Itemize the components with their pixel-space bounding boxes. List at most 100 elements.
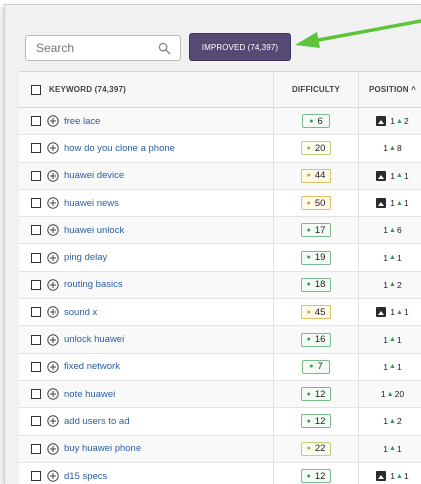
row-checkbox[interactable] <box>31 198 41 209</box>
search-input[interactable]: Search <box>25 35 181 61</box>
row-checkbox[interactable] <box>31 471 41 481</box>
keyword-link[interactable]: sound x <box>64 307 97 318</box>
position-change: 1 <box>396 252 402 263</box>
difficulty-badge: ● 17 <box>300 223 332 238</box>
table-row: note huawei ● 12 1 ▲ 20 <box>19 380 421 409</box>
add-keyword-icon[interactable] <box>47 197 59 209</box>
position-header[interactable]: POSITION ^ <box>358 72 421 107</box>
keyword-cell: routing basics <box>19 272 273 298</box>
row-checkbox[interactable] <box>31 143 41 154</box>
position-current: 1 <box>390 170 396 181</box>
difficulty-cell: ● 19 <box>273 244 358 271</box>
keyword-link[interactable]: huawei news <box>64 198 119 209</box>
keyword-cell: fixed network <box>19 354 273 380</box>
difficulty-value: 22 <box>314 443 326 455</box>
position-change: 6 <box>396 225 402 236</box>
difficulty-header-label: DIFFICULTY <box>291 85 341 94</box>
keyword-link[interactable]: fixed network <box>64 361 120 372</box>
keyword-cell: add users to ad <box>19 408 273 434</box>
up-arrow-icon: ▲ <box>389 226 396 234</box>
row-checkbox[interactable] <box>31 443 41 454</box>
position-change: 2 <box>396 279 402 290</box>
keyword-link[interactable]: how do you clone a phone <box>64 143 175 154</box>
keyword-link[interactable]: d15 specs <box>64 471 107 482</box>
keyword-link[interactable]: routing basics <box>64 279 123 290</box>
difficulty-value: 16 <box>314 334 326 346</box>
keyword-header[interactable]: KEYWORD (74,397) <box>19 72 273 107</box>
position-current: 1 <box>383 143 389 154</box>
position-current: 1 <box>383 252 389 263</box>
serp-feature-icon[interactable] <box>376 116 387 127</box>
keyword-link[interactable]: add users to ad <box>64 416 130 427</box>
position-cell: 1 ▲ 8 <box>358 135 421 162</box>
serp-feature-icon[interactable] <box>376 471 387 481</box>
row-checkbox[interactable] <box>31 252 41 263</box>
keyword-link[interactable]: ping delay <box>64 252 107 263</box>
up-arrow-icon: ▲ <box>396 117 403 125</box>
keyword-link[interactable]: note huawei <box>64 389 115 400</box>
table-row: routing basics ● 18 1 ▲ 2 <box>19 271 421 300</box>
add-keyword-icon[interactable] <box>47 443 59 455</box>
row-checkbox[interactable] <box>31 307 41 318</box>
position-change: 1 <box>396 361 402 372</box>
difficulty-dot-icon: ● <box>306 254 311 262</box>
difficulty-dot-icon: ● <box>306 172 311 180</box>
row-checkbox[interactable] <box>31 416 41 427</box>
add-keyword-icon[interactable] <box>47 361 59 373</box>
difficulty-badge: ● 50 <box>300 196 332 211</box>
difficulty-header[interactable]: DIFFICULTY <box>273 72 358 107</box>
table-row: fixed network ● 7 1 ▲ 1 <box>19 353 421 381</box>
keyword-cell: free lace <box>19 108 273 134</box>
row-checkbox[interactable] <box>31 334 41 345</box>
add-keyword-icon[interactable] <box>47 333 59 346</box>
add-keyword-icon[interactable] <box>47 388 59 400</box>
add-keyword-icon[interactable] <box>47 306 59 318</box>
row-checkbox[interactable] <box>31 170 41 181</box>
difficulty-value: 18 <box>314 279 326 291</box>
add-keyword-icon[interactable] <box>47 470 59 482</box>
keyword-link[interactable]: unlock huawei <box>64 334 124 345</box>
keyword-link[interactable]: huawei device <box>64 170 124 181</box>
position-cell: 1 ▲ 2 <box>358 108 421 135</box>
difficulty-cell: ● 12 <box>273 408 358 435</box>
row-checkbox[interactable] <box>31 279 41 290</box>
add-keyword-icon[interactable] <box>47 224 59 237</box>
difficulty-dot-icon: ● <box>309 363 314 371</box>
add-keyword-icon[interactable] <box>47 142 59 155</box>
keyword-link[interactable]: huawei unlock <box>64 225 124 236</box>
add-keyword-icon[interactable] <box>47 251 59 264</box>
position-change: 2 <box>396 416 402 427</box>
select-all-checkbox[interactable] <box>31 84 41 95</box>
difficulty-value: 12 <box>314 415 326 427</box>
position-cell: 1 ▲ 1 <box>358 244 421 271</box>
serp-feature-icon[interactable] <box>376 170 387 181</box>
difficulty-dot-icon: ● <box>306 417 311 425</box>
add-keyword-icon[interactable] <box>47 115 59 127</box>
keyword-cell: huawei device <box>19 163 273 189</box>
keyword-link[interactable]: buy huawei phone <box>64 443 141 454</box>
row-checkbox[interactable] <box>31 225 41 236</box>
difficulty-badge: ● 6 <box>302 114 330 129</box>
search-icon <box>158 42 171 55</box>
position-cell: 1 ▲ 6 <box>358 217 421 244</box>
difficulty-badge: ● 18 <box>300 277 332 292</box>
improved-filter-button[interactable]: IMPROVED (74,397) <box>189 33 291 61</box>
up-arrow-icon: ▲ <box>389 445 396 453</box>
position-current: 1 <box>383 334 389 345</box>
keyword-cell: buy huawei phone <box>19 436 273 462</box>
position-change: 1 <box>396 443 402 454</box>
keyword-link[interactable]: free lace <box>64 116 100 127</box>
add-keyword-icon[interactable] <box>47 415 59 428</box>
difficulty-badge: ● 7 <box>302 359 330 374</box>
difficulty-dot-icon: ● <box>306 226 311 234</box>
difficulty-cell: ● 22 <box>273 435 358 462</box>
serp-feature-icon[interactable] <box>376 307 387 318</box>
difficulty-dot-icon: ● <box>306 281 311 289</box>
row-checkbox[interactable] <box>31 361 41 372</box>
add-keyword-icon[interactable] <box>47 279 59 291</box>
row-checkbox[interactable] <box>31 116 41 127</box>
add-keyword-icon[interactable] <box>47 170 59 182</box>
row-checkbox[interactable] <box>31 389 41 400</box>
serp-feature-icon[interactable] <box>376 198 387 209</box>
difficulty-value: 17 <box>314 224 326 236</box>
